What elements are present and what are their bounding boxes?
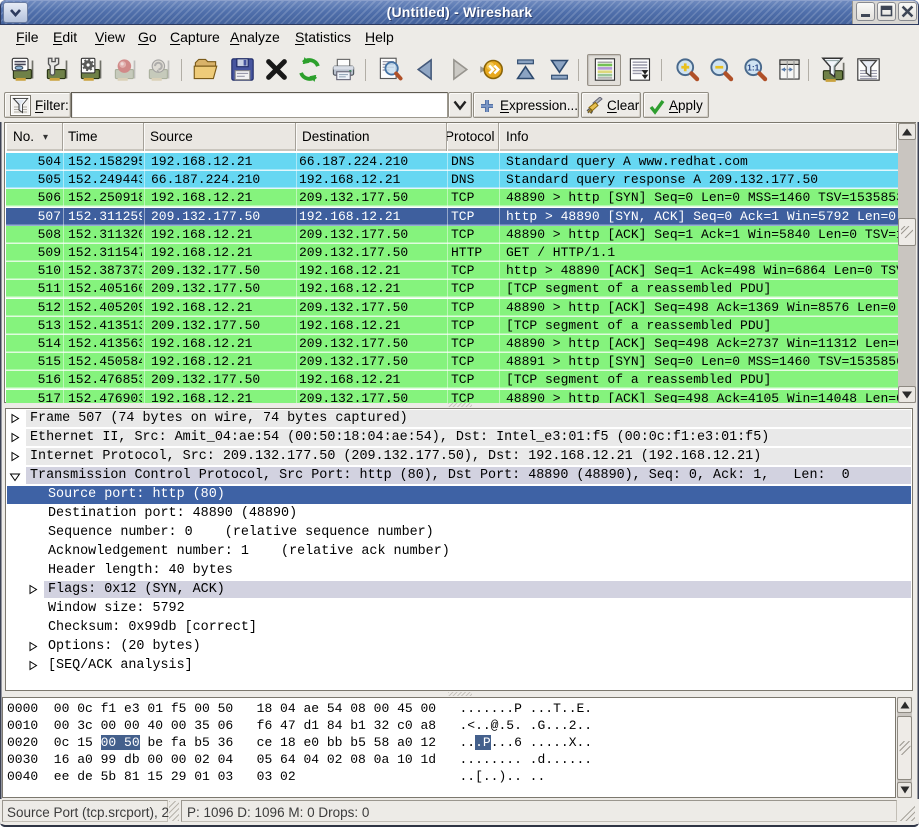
svg-text:1:1: 1:1 [747,63,759,73]
